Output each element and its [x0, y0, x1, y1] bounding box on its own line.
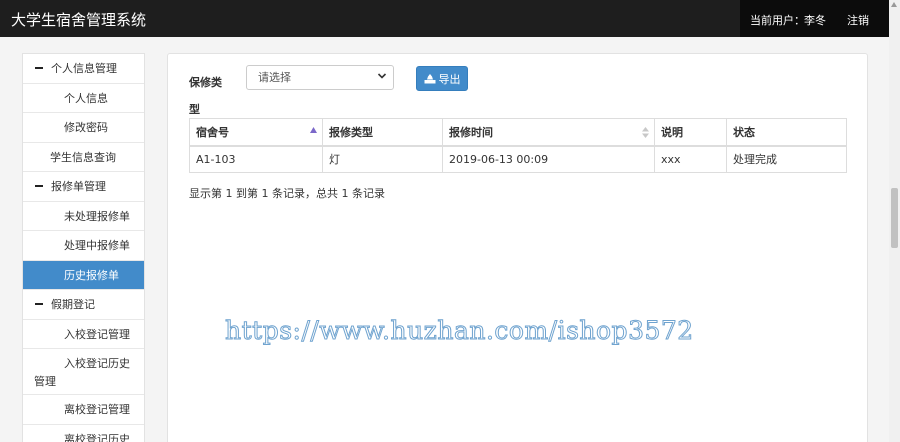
cell-repair-type: 灯: [322, 145, 443, 173]
sidebar-item-enroll-history[interactable]: 入校登记历史 管理: [23, 349, 144, 395]
pagination-info: 显示第 1 到第 1 条记录，总共 1 条记录: [189, 187, 385, 200]
sidebar-group-label: 报修单管理: [51, 180, 106, 194]
collapse-minus-icon: [35, 185, 43, 188]
sidebar-group-label: 个人信息管理: [51, 62, 117, 76]
column-header-repair-time[interactable]: 报修时间: [442, 118, 655, 147]
collapse-minus-icon: [35, 303, 43, 306]
column-header-label: 报修类型: [329, 125, 373, 139]
sidebar-item-repair-processing[interactable]: 处理中报修单: [23, 231, 144, 261]
sidebar-group-label: 假期登记: [51, 298, 95, 312]
scrollbar-thumb[interactable]: [891, 188, 898, 248]
sidebar-item-label: 管理: [34, 375, 56, 388]
export-button[interactable]: 导出: [416, 66, 468, 91]
export-icon: [424, 74, 435, 84]
top-navbar: 大学生宿舍管理系统 当前用户： 李冬 注销: [0, 0, 889, 37]
sidebar-item-student-query[interactable]: 学生信息查询: [23, 143, 144, 172]
column-header-label: 状态: [733, 125, 755, 139]
column-header-label: 说明: [661, 125, 683, 139]
column-header-repair-type[interactable]: 报修类型: [322, 118, 443, 147]
sidebar-item-leave-history[interactable]: 离校登记历史: [23, 425, 144, 442]
table-row: A1-103 灯 2019-06-13 00:09 xxx 处理完成: [189, 145, 847, 173]
cell-note: xxx: [654, 145, 727, 173]
sidebar-item-enroll-manage[interactable]: 入校登记管理: [23, 320, 144, 349]
column-header-label: 报修时间: [449, 125, 493, 139]
sidebar-item-personal-info[interactable]: 个人信息: [23, 84, 144, 113]
repair-history-table: 宿舍号 报修类型 报修时间 说明 状态 A1-103 灯 2019-06-13 …: [189, 118, 847, 173]
sidebar-item-change-password[interactable]: 修改密码: [23, 113, 144, 143]
current-user-name: 李冬: [804, 14, 826, 27]
table-header-row: 宿舍号 报修类型 报修时间 说明 状态: [189, 118, 847, 147]
sidebar-group-holiday[interactable]: 假期登记: [23, 290, 144, 320]
logout-link[interactable]: 注销: [847, 12, 869, 28]
main-panel: 保修类型 请选择 导出 宿舍号 报修类型 报修时间 说明 状态 A1-103 灯…: [167, 53, 868, 442]
sidebar-group-repair[interactable]: 报修单管理: [23, 172, 144, 202]
sidebar-item-leave-manage[interactable]: 离校登记管理: [23, 395, 144, 425]
sort-both-icon: [642, 127, 649, 138]
column-header-label: 宿舍号: [196, 125, 229, 139]
app-title: 大学生宿舍管理系统: [11, 11, 147, 29]
sidebar-item-label: 入校登记历史: [64, 357, 130, 370]
chevron-down-icon: [377, 73, 387, 79]
sidebar-group-personal[interactable]: 个人信息管理: [23, 54, 144, 84]
sort-asc-icon: [310, 127, 317, 133]
repair-type-select[interactable]: 请选择: [246, 65, 394, 90]
select-value: 请选择: [258, 71, 291, 84]
page-scrollbar[interactable]: [889, 0, 900, 442]
cell-status: 处理完成: [726, 145, 847, 173]
cell-dorm: A1-103: [189, 145, 323, 173]
repair-type-label: 保修类型: [189, 76, 222, 116]
sidebar-item-repair-history[interactable]: 历史报修单: [23, 260, 144, 290]
sidebar-menu: 个人信息管理 个人信息 修改密码 学生信息查询 报修单管理 未处理报修单 处理中…: [22, 53, 145, 442]
cell-repair-time: 2019-06-13 00:09: [442, 145, 655, 173]
current-user-label: 当前用户：: [750, 14, 805, 27]
user-area: 当前用户： 李冬 注销: [740, 0, 889, 37]
column-header-dorm[interactable]: 宿舍号: [189, 118, 323, 147]
export-label: 导出: [438, 72, 461, 86]
collapse-minus-icon: [35, 67, 43, 70]
scroll-up-arrow-icon[interactable]: [891, 2, 897, 7]
sidebar-item-repair-pending[interactable]: 未处理报修单: [23, 202, 144, 231]
column-header-note[interactable]: 说明: [654, 118, 727, 147]
column-header-status[interactable]: 状态: [726, 118, 847, 147]
